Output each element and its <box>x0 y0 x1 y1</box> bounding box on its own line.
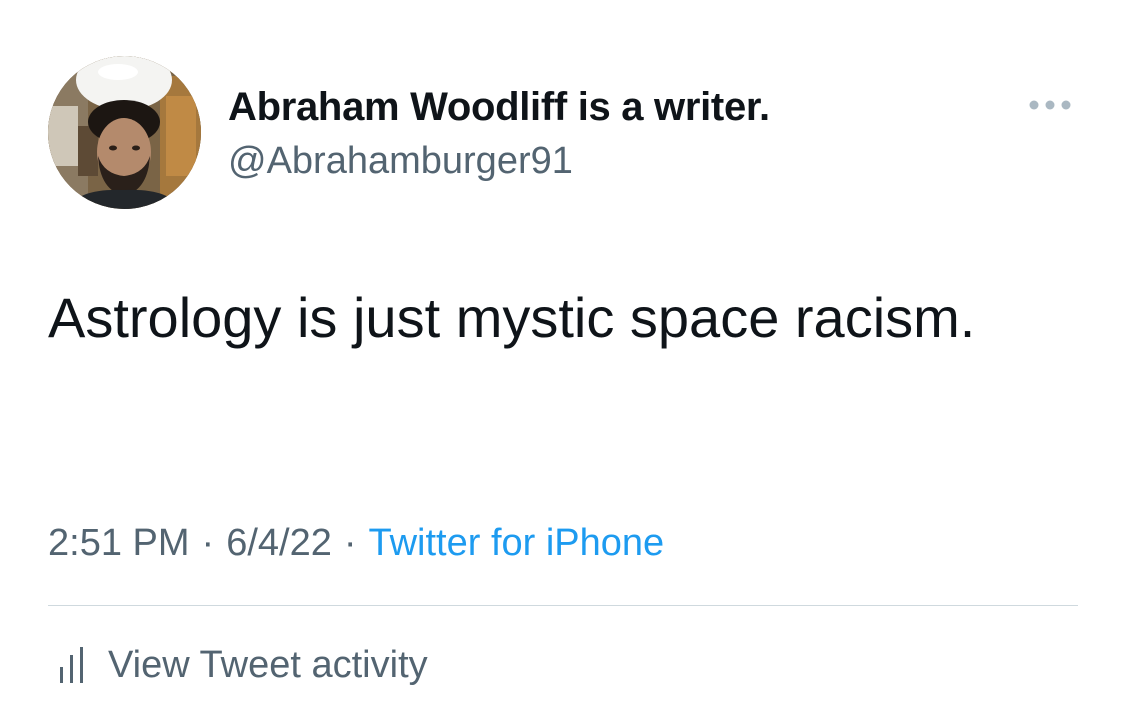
avatar[interactable] <box>48 56 201 209</box>
tweet-text: Astrology is just mystic space racism. <box>48 286 976 349</box>
more-options-button[interactable] <box>1022 88 1078 122</box>
tweet-card: Abraham Woodliff is a writer. @Abrahambu… <box>0 0 1124 715</box>
meta-separator: · <box>201 522 215 564</box>
view-tweet-activity-button[interactable]: View Tweet activity <box>58 640 428 690</box>
meta-separator: · <box>343 522 357 564</box>
tweet-source-link[interactable]: Twitter for iPhone <box>369 522 665 564</box>
profile-photo-icon <box>48 56 201 209</box>
divider <box>48 605 1078 606</box>
tweet-meta: 2:51 PM · 6/4/22 · Twitter for iPhone <box>48 518 664 568</box>
author-display-name[interactable]: Abraham Woodliff is a writer. <box>228 84 770 130</box>
analytics-bars-icon <box>60 647 83 683</box>
tweet-date[interactable]: 6/4/22 <box>226 522 332 564</box>
author-handle[interactable]: @Abrahamburger91 <box>228 139 573 183</box>
view-tweet-activity-label: View Tweet activity <box>108 644 428 686</box>
more-horizontal-icon <box>1029 100 1071 110</box>
tweet-time[interactable]: 2:51 PM <box>48 522 190 564</box>
